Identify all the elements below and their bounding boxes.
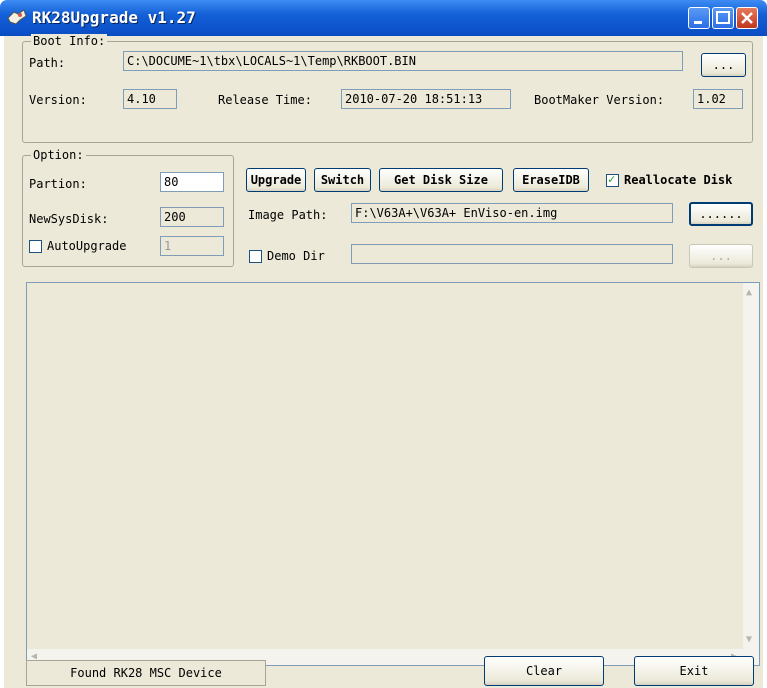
reallocate-label: Reallocate Disk <box>624 173 733 187</box>
release-time-field: 2010-07-20 18:51:13 <box>341 89 511 109</box>
exit-button[interactable]: Exit <box>634 656 754 686</box>
status-message: Found RK28 MSC Device <box>26 660 266 686</box>
close-icon <box>741 12 753 24</box>
app-icon <box>7 9 27 25</box>
scroll-up-icon[interactable]: ▲ <box>746 287 752 298</box>
version-label: Version: <box>29 93 87 107</box>
boot-browse-button[interactable]: ... <box>701 53 746 77</box>
clear-button[interactable]: Clear <box>484 656 604 686</box>
demo-dir-label: Demo Dir <box>267 249 325 263</box>
erase-idb-button[interactable]: EraseIDB <box>513 168 589 192</box>
dialog-client: Boot Info: Path: C:\DOCUME~1\tbx\LOCALS~… <box>4 34 763 688</box>
newsysdisk-input[interactable]: 200 <box>160 207 224 227</box>
partion-input[interactable]: 80 <box>160 172 224 192</box>
bootmaker-field: 1.02 <box>693 89 743 109</box>
image-path-field[interactable]: F:\V63A+\V63A+ EnViso-en.img <box>351 203 673 223</box>
image-path-label: Image Path: <box>248 208 328 222</box>
bootmaker-label: BootMaker Version: <box>534 93 665 107</box>
minimize-icon <box>694 21 702 24</box>
title-bar[interactable]: RK28Upgrade v1.27 <box>0 0 767 36</box>
version-field: 4.10 <box>123 89 177 109</box>
path-label: Path: <box>29 56 66 70</box>
boot-path-field[interactable]: C:\DOCUME~1\tbx\LOCALS~1\Temp\RKBOOT.BIN <box>123 51 683 71</box>
log-vertical-scrollbar[interactable]: ▲ ▼ <box>743 283 759 665</box>
partion-label: Partion: <box>29 177 87 191</box>
demo-dir-checkbox[interactable] <box>249 250 262 263</box>
maximize-icon <box>716 11 730 24</box>
minimize-button[interactable] <box>688 7 710 29</box>
reallocate-checkbox[interactable]: ✓ <box>606 172 619 187</box>
maximize-button[interactable] <box>712 7 734 29</box>
app-window: RK28Upgrade v1.27 Boot Info: Path: C:\DO… <box>0 0 767 688</box>
boot-info-title: Boot Info: <box>31 34 108 48</box>
checkmark-icon: ✓ <box>608 172 616 186</box>
demo-dir-field[interactable] <box>351 244 673 264</box>
demo-browse-button: ... <box>689 244 753 268</box>
autoupgrade-checkbox[interactable] <box>29 240 42 253</box>
newsysdisk-label: NewSysDisk: <box>29 212 109 226</box>
actions-panel: Upgrade Switch Get Disk Size EraseIDB ✓ … <box>237 155 753 268</box>
window-title: RK28Upgrade v1.27 <box>32 8 196 27</box>
release-time-label: Release Time: <box>218 93 312 107</box>
get-disk-size-button[interactable]: Get Disk Size <box>379 168 503 192</box>
upgrade-button[interactable]: Upgrade <box>246 168 306 192</box>
autoupgrade-input: 1 <box>160 236 224 256</box>
close-button[interactable] <box>736 7 758 29</box>
switch-button[interactable]: Switch <box>314 168 371 192</box>
image-browse-button[interactable]: ...... <box>689 202 753 226</box>
boot-info-group: Boot Info: Path: C:\DOCUME~1\tbx\LOCALS~… <box>22 34 753 143</box>
log-area[interactable]: ▲ ▼ ◀ ▶ <box>26 282 760 666</box>
option-title: Option: <box>31 148 86 162</box>
scroll-down-icon[interactable]: ▼ <box>746 634 752 645</box>
option-group: Option: Partion: 80 NewSysDisk: 200 Auto… <box>22 148 234 267</box>
autoupgrade-label: AutoUpgrade <box>47 239 127 253</box>
